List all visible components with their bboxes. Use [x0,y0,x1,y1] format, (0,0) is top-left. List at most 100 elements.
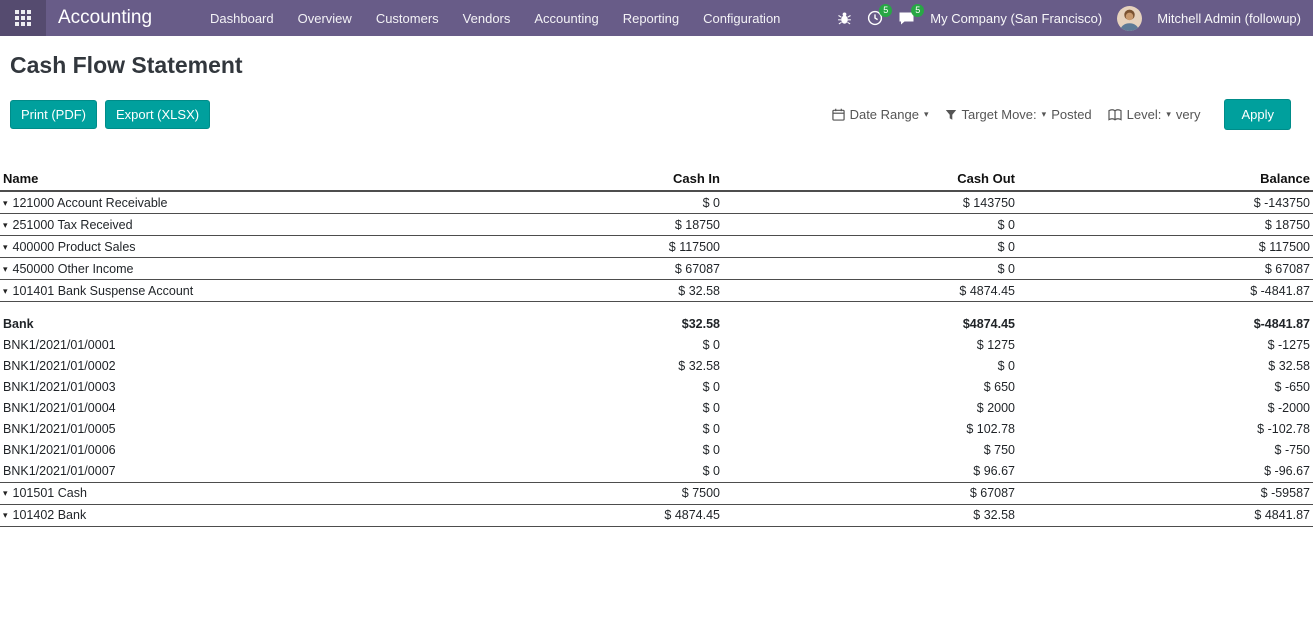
table-row: BNK1/2021/01/0006$ 0$ 750$ -750 [0,440,1313,461]
row-balance-cell: $ 32.58 [1018,356,1313,377]
calendar-icon [832,108,845,121]
menu-item-overview[interactable]: Overview [286,1,364,36]
expand-caret-icon[interactable]: ▾ [3,286,8,297]
row-name: BNK1/2021/01/0007 [3,464,116,478]
print-pdf-button[interactable]: Print (PDF) [10,100,97,129]
row-cash-in-cell: $ 117500 [428,236,723,258]
row-cash-out-cell: $ 0 [723,214,1018,236]
row-cash-in-cell: $ 67087 [428,258,723,280]
row-name-cell: BNK1/2021/01/0003 [0,377,428,398]
table-row: ▾400000 Product Sales$ 117500$ 0$ 117500 [0,236,1313,258]
row-name-cell: BNK1/2021/01/0004 [0,398,428,419]
app-brand[interactable]: Accounting [58,7,152,29]
level-value: very [1176,107,1201,122]
row-name-cell[interactable]: ▾ 101401 Bank Suspense Account [0,280,428,302]
row-cash-out-cell: $ 96.67 [723,461,1018,483]
apply-button[interactable]: Apply [1224,99,1291,130]
filter-funnel-icon [945,109,957,121]
row-name: 101501 Cash [13,486,87,500]
row-cash-in-cell: $ 4874.45 [428,504,723,526]
row-cash-out-cell: $ 1275 [723,335,1018,356]
row-name-cell[interactable]: ▾121000 Account Receivable [0,191,428,214]
row-name: 400000 Product Sales [13,240,136,254]
row-name: 251000 Tax Received [13,218,133,232]
row-name: 101401 Bank Suspense Account [13,284,194,298]
report-filters: Date Range ▾ Target Move: ▾ Posted Level… [832,107,1201,122]
row-balance-cell: $ -650 [1018,377,1313,398]
row-name-cell[interactable]: ▾101402 Bank [0,504,428,526]
menu-item-vendors[interactable]: Vendors [451,1,523,36]
expand-caret-icon[interactable]: ▾ [3,488,8,499]
level-filter[interactable]: Level: ▾ very [1108,107,1201,122]
row-cash-in-cell: $ 0 [428,335,723,356]
row-name-cell[interactable]: ▾450000 Other Income [0,258,428,280]
expand-caret-icon[interactable]: ▾ [3,264,8,275]
book-icon [1108,109,1122,121]
actions-row: Print (PDF) Export (XLSX) Date Range ▾ T… [10,99,1303,130]
target-move-filter[interactable]: Target Move: ▾ Posted [945,107,1092,122]
main-menu: Dashboard Overview Customers Vendors Acc… [198,1,792,36]
row-cash-in-cell: $ 7500 [428,482,723,504]
menu-item-configuration[interactable]: Configuration [691,1,792,36]
row-cash-out-cell: $ 0 [723,236,1018,258]
row-balance-cell: $ 4841.87 [1018,504,1313,526]
row-balance-cell: $ -96.67 [1018,461,1313,483]
menu-item-dashboard[interactable]: Dashboard [198,1,286,36]
expand-caret-icon[interactable]: ▾ [3,198,8,209]
row-name-cell: BNK1/2021/01/0007 [0,461,428,483]
date-range-filter[interactable]: Date Range ▾ [832,107,929,122]
level-label: Level: [1127,107,1162,122]
table-header-row: Name Cash In Cash Out Balance [0,168,1313,191]
row-balance-cell: $ -2000 [1018,398,1313,419]
export-xlsx-button[interactable]: Export (XLSX) [105,100,210,129]
row-cash-out-cell: $ 750 [723,440,1018,461]
table-row: Bank$32.58$4874.45$-4841.87 [0,314,1313,335]
row-cash-in-cell: $ 0 [428,461,723,483]
cash-flow-table: Name Cash In Cash Out Balance ▾121000 Ac… [0,168,1313,527]
expand-caret-icon[interactable]: ▾ [3,220,8,231]
row-cash-in-cell: $ 0 [428,191,723,214]
row-name: Bank [3,317,34,331]
row-balance-cell: $ -750 [1018,440,1313,461]
header-cash-in: Cash In [428,168,723,191]
apps-menu-button[interactable] [0,0,46,36]
menu-item-customers[interactable]: Customers [364,1,451,36]
table-row: ▾101401 Bank Suspense Account$ 32.58$ 48… [0,280,1313,302]
row-name-cell[interactable]: ▾ 400000 Product Sales [0,236,428,258]
company-switcher[interactable]: My Company (San Francisco) [930,11,1102,26]
expand-caret-icon[interactable]: ▾ [3,242,8,253]
row-name-cell[interactable]: ▾ 251000 Tax Received [0,214,428,236]
row-balance-cell: $ 67087 [1018,258,1313,280]
top-navbar: Accounting Dashboard Overview Customers … [0,0,1313,36]
messages-chat-icon[interactable]: 5 [898,10,915,26]
user-menu[interactable]: Mitchell Admin (followup) [1157,11,1301,26]
row-cash-out-cell: $ 2000 [723,398,1018,419]
row-cash-out-cell: $ 0 [723,258,1018,280]
row-cash-in-cell: $ 32.58 [428,280,723,302]
activity-clock-icon[interactable]: 5 [867,10,883,26]
debug-bug-icon[interactable] [837,11,852,26]
row-cash-out-cell: $ 102.78 [723,419,1018,440]
user-avatar[interactable] [1117,6,1142,31]
row-balance-cell: $ -102.78 [1018,419,1313,440]
row-balance-cell: $-4841.87 [1018,314,1313,335]
menu-item-reporting[interactable]: Reporting [611,1,691,36]
report-table-body: ▾121000 Account Receivable$ 0$ 143750$ -… [0,191,1313,526]
navbar-right: 5 5 My Company (San Francisco) Mitchell … [837,6,1313,31]
row-name-cell[interactable]: ▾ 101501 Cash [0,482,428,504]
row-name-cell: BNK1/2021/01/0005 [0,419,428,440]
row-cash-in-cell: $ 0 [428,419,723,440]
row-name: BNK1/2021/01/0006 [3,443,116,457]
table-row: BNK1/2021/01/0002$ 32.58$ 0$ 32.58 [0,356,1313,377]
row-cash-in-cell: $ 0 [428,377,723,398]
date-range-label: Date Range [850,107,919,122]
row-name-cell: BNK1/2021/01/0001 [0,335,428,356]
row-balance-cell: $ -143750 [1018,191,1313,214]
activity-count-badge: 5 [879,4,892,17]
expand-caret-icon[interactable]: ▾ [3,510,8,521]
row-name: BNK1/2021/01/0001 [3,338,116,352]
table-row: ▾101501 Cash$ 7500$ 67087$ -59587 [0,482,1313,504]
row-name: BNK1/2021/01/0005 [3,422,116,436]
menu-item-accounting[interactable]: Accounting [522,1,610,36]
row-name: BNK1/2021/01/0003 [3,380,116,394]
